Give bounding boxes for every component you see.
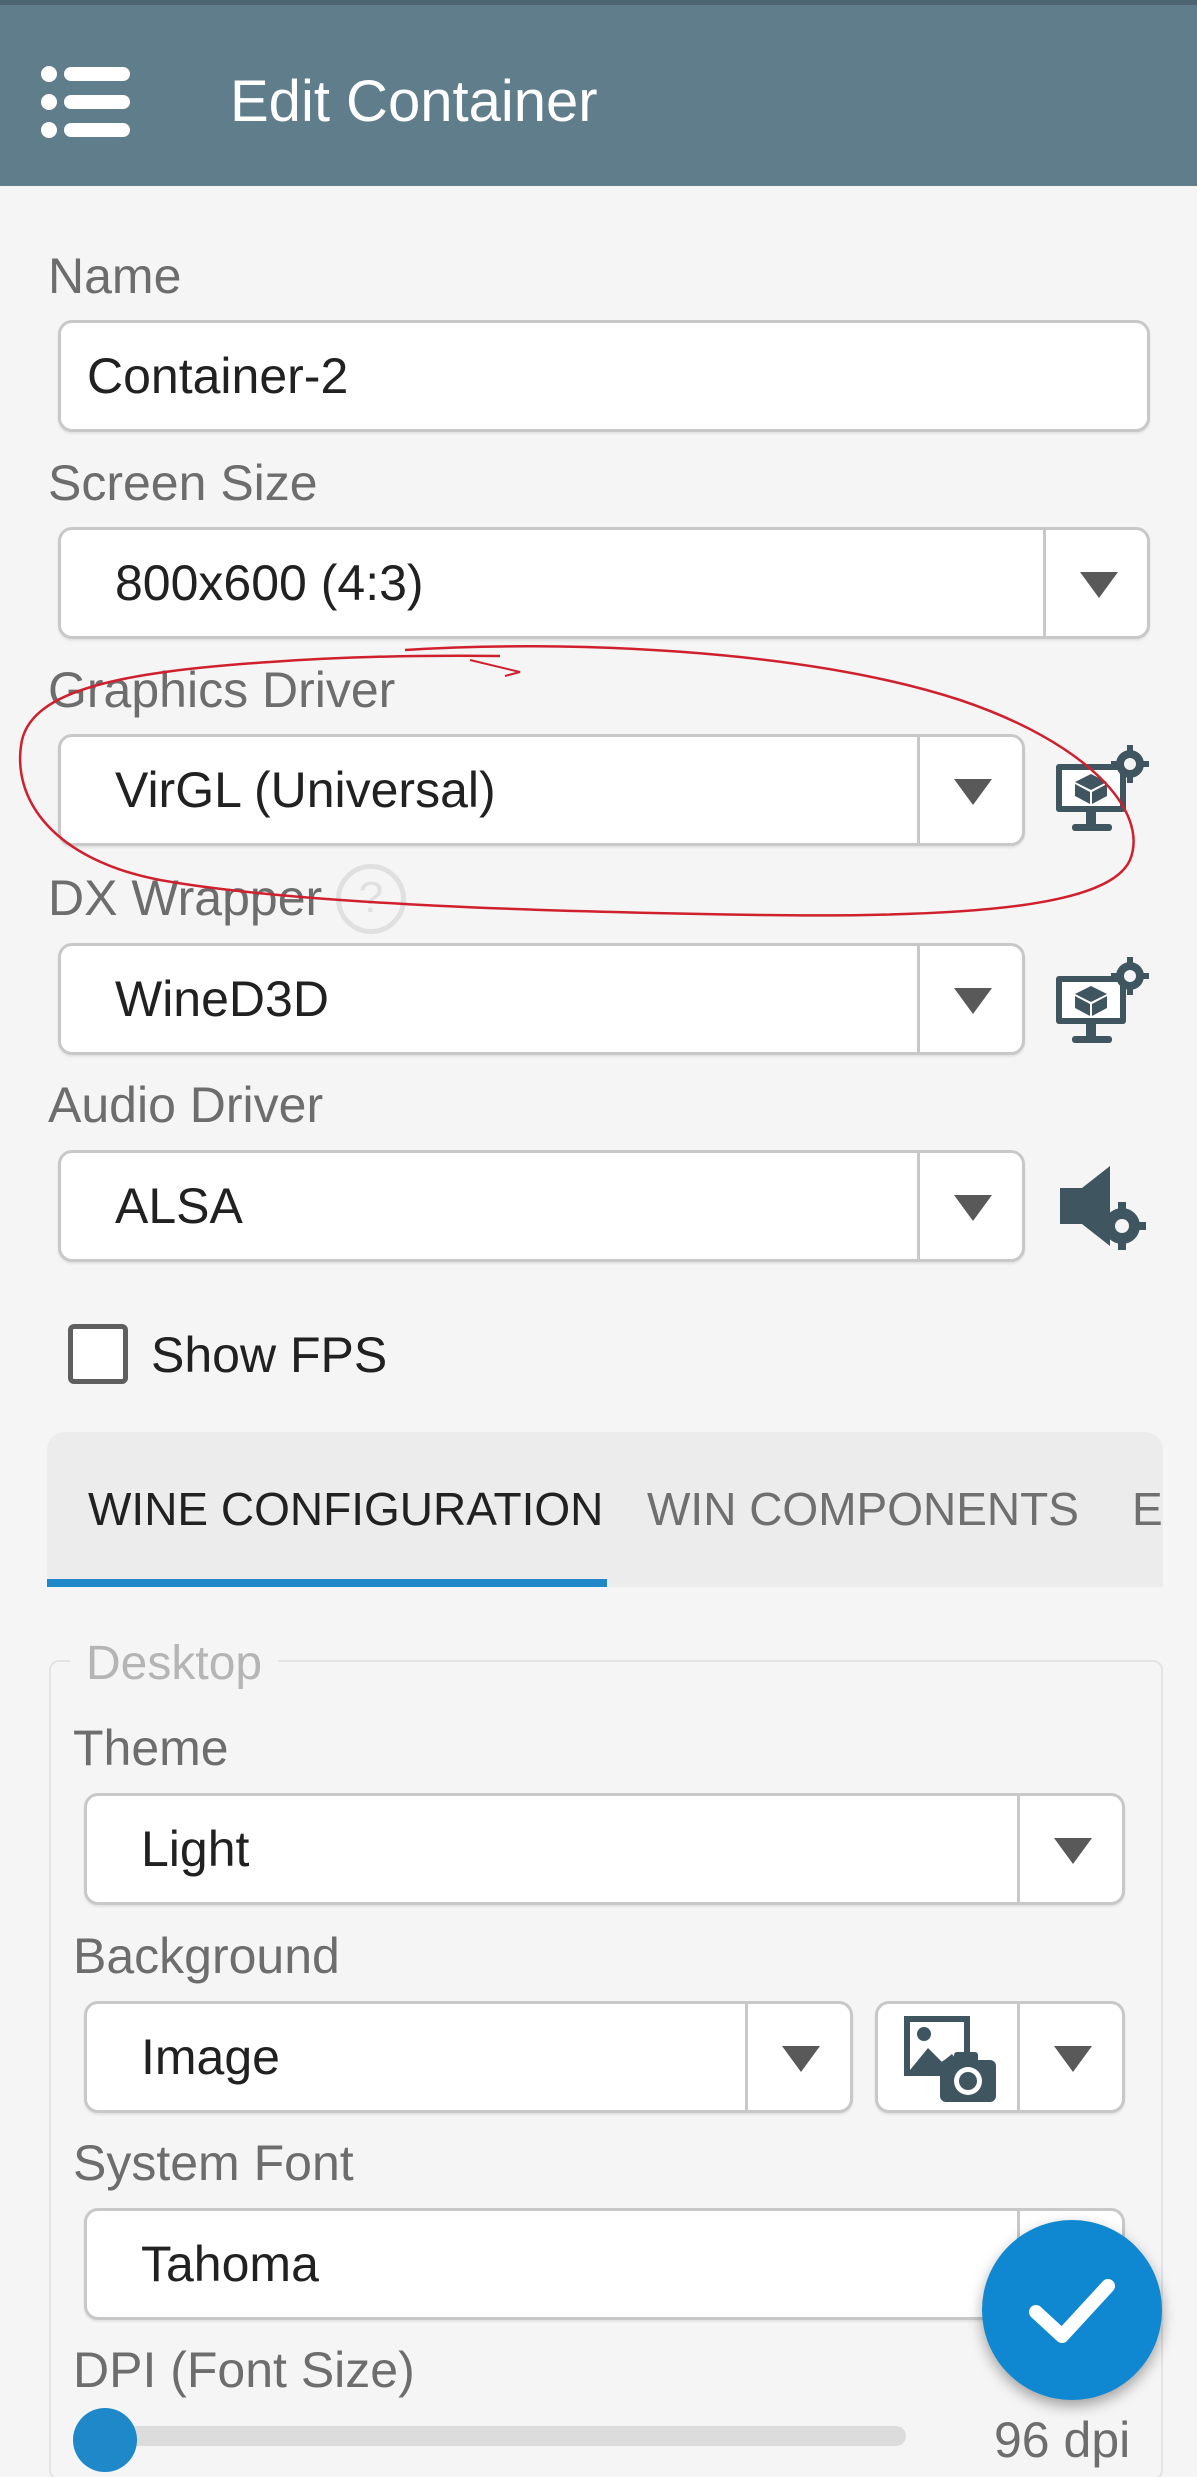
chevron-down-icon xyxy=(1054,2046,1092,2072)
tab-wine-configuration[interactable]: WINE CONFIGURATION xyxy=(88,1432,603,1587)
audio-driver-value: ALSA xyxy=(115,1178,243,1234)
chevron-down-icon xyxy=(1080,572,1118,598)
graphics-driver-label: Graphics Driver xyxy=(48,662,396,718)
background-value: Image xyxy=(141,2029,280,2085)
name-input-value: Container-2 xyxy=(87,348,349,404)
dpi-value: 96 dpi xyxy=(994,2412,1131,2468)
show-fps-checkbox[interactable] xyxy=(68,1324,128,1384)
dx-wrapper-label: DX Wrapper xyxy=(48,870,323,926)
theme-value: Light xyxy=(141,1821,250,1877)
audio-settings-icon[interactable] xyxy=(1052,1160,1152,1260)
screen-size-select[interactable]: 800x600 (4:3) xyxy=(58,527,1150,639)
image-camera-icon xyxy=(904,2016,996,2102)
background-label: Background xyxy=(73,1928,340,1984)
tab-third[interactable]: EI xyxy=(1132,1432,1163,1587)
chevron-down-icon xyxy=(954,1195,992,1221)
active-tab-indicator xyxy=(47,1579,607,1587)
background-image-select[interactable] xyxy=(875,2001,1125,2113)
system-font-value: Tahoma xyxy=(141,2236,319,2292)
name-label: Name xyxy=(48,248,182,304)
system-font-select[interactable]: Tahoma xyxy=(84,2208,1125,2320)
page-title: Edit Container xyxy=(230,69,598,134)
dpi-label: DPI (Font Size) xyxy=(73,2342,415,2398)
save-fab-button[interactable] xyxy=(982,2220,1162,2400)
chevron-down-icon xyxy=(782,2046,820,2072)
graphics-driver-select[interactable]: VirGL (Universal) xyxy=(58,734,1025,846)
dpi-slider-thumb[interactable] xyxy=(73,2408,137,2472)
dpi-slider-track[interactable] xyxy=(100,2426,906,2446)
screen-size-label: Screen Size xyxy=(48,455,318,511)
tab-win-components[interactable]: WIN COMPONENTS xyxy=(647,1432,1079,1587)
graphics-settings-icon[interactable] xyxy=(1052,742,1152,842)
dx-wrapper-value: WineD3D xyxy=(115,971,329,1027)
desktop-legend: Desktop xyxy=(70,1634,279,1694)
audio-driver-label: Audio Driver xyxy=(48,1077,324,1133)
screen-size-value: 800x600 (4:3) xyxy=(115,555,424,611)
system-font-label: System Font xyxy=(73,2135,354,2191)
dx-wrapper-select[interactable]: WineD3D xyxy=(58,943,1025,1055)
app-bar: Edit Container xyxy=(0,0,1197,186)
tab-bar: WINE CONFIGURATION WIN COMPONENTS EI xyxy=(47,1432,1163,1587)
show-fps-label: Show FPS xyxy=(151,1327,388,1383)
dx-settings-icon[interactable] xyxy=(1052,954,1152,1054)
name-input[interactable]: Container-2 xyxy=(58,320,1150,432)
dx-wrapper-help-icon[interactable]: ? xyxy=(336,864,406,934)
menu-icon[interactable] xyxy=(40,65,132,139)
theme-select[interactable]: Light xyxy=(84,1793,1125,1905)
checkmark-icon xyxy=(1029,2279,1115,2343)
graphics-driver-value: VirGL (Universal) xyxy=(115,762,496,818)
chevron-down-icon xyxy=(954,988,992,1014)
theme-label: Theme xyxy=(73,1720,229,1776)
chevron-down-icon xyxy=(1054,1838,1092,1864)
chevron-down-icon xyxy=(954,779,992,805)
background-select[interactable]: Image xyxy=(84,2001,853,2113)
audio-driver-select[interactable]: ALSA xyxy=(58,1150,1025,1262)
